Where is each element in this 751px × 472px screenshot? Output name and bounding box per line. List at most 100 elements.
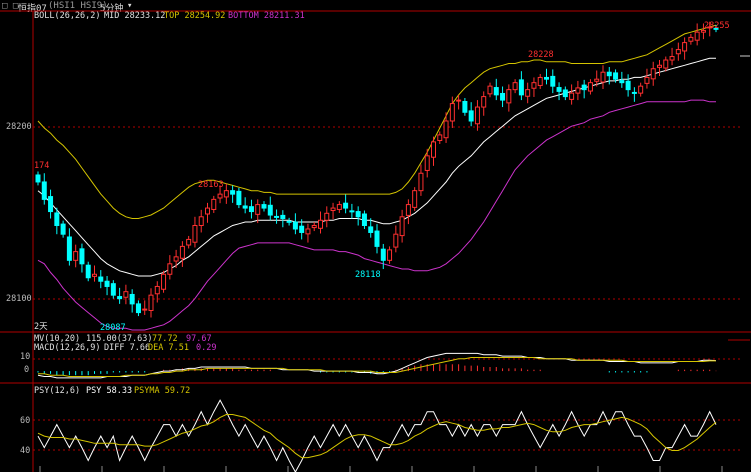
candle-body: [242, 205, 248, 209]
annotation-day-marker: 2天: [34, 322, 48, 332]
candle-body: [600, 71, 606, 83]
candle-body: [173, 256, 179, 262]
candle-body: [205, 207, 210, 215]
candle-body: [186, 238, 192, 246]
candle-body: [424, 155, 430, 171]
candle-body: [631, 91, 637, 94]
candle-body: [104, 280, 110, 287]
candle-body: [374, 230, 380, 247]
candle-body: [575, 87, 581, 94]
psy-line: [37, 399, 717, 472]
candle-body: [142, 308, 148, 311]
candle-body: [474, 106, 480, 125]
candle-body: [92, 273, 97, 277]
candle-body: [261, 204, 267, 209]
candle-body: [418, 172, 424, 192]
candle-body: [54, 212, 60, 226]
candle-body: [167, 263, 173, 275]
chart-canvas[interactable]: 174 28163 28087 28228 28118 28255 2天: [0, 0, 751, 472]
candle-body: [675, 49, 681, 55]
candle-body: [48, 196, 54, 213]
candle-body: [368, 226, 374, 233]
candle-body: [493, 87, 499, 96]
candle-body: [613, 72, 619, 80]
candle-body: [393, 233, 399, 248]
candle-body: [361, 213, 367, 226]
annotation-low-1: 28087: [100, 323, 126, 333]
candle-body: [110, 283, 116, 296]
candle-body: [644, 76, 650, 84]
candle-body: [305, 228, 311, 235]
candle-body: [129, 293, 135, 305]
candle-body: [399, 216, 405, 237]
candle-body: [443, 120, 449, 139]
candle-body: [123, 291, 129, 298]
candle-body: [506, 89, 512, 104]
candle-body: [318, 219, 323, 229]
candle-body: [581, 84, 587, 91]
candle-body: [606, 71, 612, 77]
candle-body: [255, 204, 261, 215]
candle-body: [79, 248, 85, 265]
candle-body: [625, 80, 631, 91]
candle-body: [405, 204, 411, 216]
candle-body: [343, 202, 349, 209]
candle-body: [292, 221, 298, 230]
candle-body: [355, 211, 361, 218]
candle-body: [537, 76, 543, 86]
candle-body: [330, 207, 336, 212]
candle-body: [512, 82, 518, 91]
candle-body: [518, 79, 524, 96]
candle-body: [431, 141, 436, 158]
candle-body: [587, 82, 593, 92]
boll-bottom-line: [37, 99, 716, 331]
candle-body: [556, 87, 562, 92]
annotation-high-1: 28163: [198, 180, 224, 190]
candle-body: [663, 59, 669, 69]
candle-body: [135, 303, 141, 314]
candle-body: [60, 223, 66, 235]
candle-body: [562, 89, 568, 98]
candle-body: [192, 224, 198, 243]
candle-body: [481, 96, 487, 108]
candle-body: [437, 134, 443, 141]
candle-body: [248, 206, 254, 213]
candle-body: [380, 248, 386, 261]
candle-body: [148, 294, 154, 311]
candle-body: [73, 251, 79, 261]
candle-body: [267, 204, 273, 216]
macd-diff-line: [37, 352, 717, 379]
candle-body: [500, 92, 506, 101]
candle-body: [462, 100, 468, 113]
boll-top-line: [37, 24, 717, 219]
candle-body: [682, 42, 688, 52]
annotation-low-2: 28118: [355, 270, 381, 280]
candle-body: [230, 190, 236, 195]
candle-body: [531, 82, 537, 89]
candle-body: [161, 273, 167, 290]
annotation-start-value: 174: [34, 161, 49, 171]
candle-body: [550, 75, 556, 87]
candle-body: [324, 212, 330, 221]
candle-body: [98, 276, 104, 282]
annotation-high-3: 28255: [704, 21, 730, 31]
candle-body: [35, 174, 41, 183]
candle-body: [594, 78, 600, 82]
candle-body: [544, 76, 549, 80]
candle-body: [650, 68, 656, 80]
candle-body: [223, 190, 229, 198]
candle-body: [198, 216, 204, 226]
candle-body: [217, 193, 223, 199]
candle-body: [117, 296, 123, 300]
candle-body: [154, 285, 160, 295]
annotation-high-2: 28228: [528, 50, 554, 60]
candle-body: [387, 249, 393, 261]
candle-body: [179, 245, 185, 259]
candle-body: [41, 181, 47, 200]
candle-body: [211, 198, 217, 210]
candle-body: [619, 80, 625, 84]
candle-body: [280, 214, 286, 220]
candle-body: [669, 56, 675, 61]
candle-body: [487, 85, 493, 95]
candle-body: [569, 92, 575, 100]
